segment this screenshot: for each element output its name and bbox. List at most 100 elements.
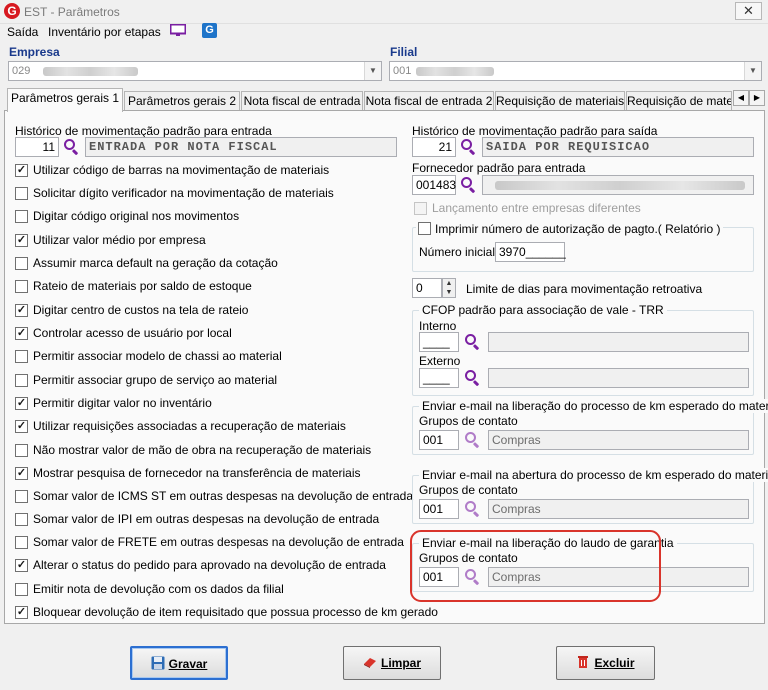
checkbox[interactable] xyxy=(15,536,28,549)
tab-parametros-gerais-2[interactable]: Parâmetros gerais 2 xyxy=(124,91,240,110)
eraser-icon xyxy=(363,657,376,668)
spin-up-icon[interactable]: ▲ xyxy=(443,279,455,288)
g-shortcut-icon[interactable]: G xyxy=(202,23,217,38)
search-icon[interactable] xyxy=(63,138,81,156)
email-group-title: Enviar e-mail na abertura do processo de… xyxy=(419,468,768,482)
menu-saida[interactable]: Saída xyxy=(7,25,38,39)
search-icon[interactable] xyxy=(460,138,478,156)
grupos-contato-label: Grupos de contato xyxy=(419,483,518,497)
search-icon[interactable] xyxy=(464,333,482,351)
tab-nota-fiscal-entrada[interactable]: Nota fiscal de entrada xyxy=(241,91,363,110)
checkbox-label: Emitir nota de devolução com os dados da… xyxy=(33,582,284,596)
tab-nota-fiscal-entrada-2[interactable]: Nota fiscal de entrada 2 xyxy=(364,91,494,110)
numero-inicial-input[interactable]: 3970______ xyxy=(495,242,566,262)
hist-entrada-desc: ENTRADA POR NOTA FISCAL xyxy=(85,137,397,157)
checkbox-label: Controlar acesso de usuário por local xyxy=(33,326,232,340)
checkbox[interactable] xyxy=(15,490,28,503)
filial-select[interactable]: 001 ▼ xyxy=(389,61,762,81)
checkbox[interactable] xyxy=(15,374,28,387)
empresa-redacted xyxy=(43,67,138,76)
limite-dias-input[interactable]: 0 xyxy=(412,278,442,298)
search-icon[interactable] xyxy=(464,500,482,518)
checkbox[interactable] xyxy=(15,350,28,363)
search-icon[interactable] xyxy=(464,431,482,449)
monitor-icon[interactable] xyxy=(170,24,186,37)
imprimir-label: Imprimir número de autorização de pagto.… xyxy=(435,222,721,236)
fornecedor-desc xyxy=(482,175,754,195)
grupos-contato-label: Grupos de contato xyxy=(419,414,518,428)
imprimir-checkbox[interactable] xyxy=(418,222,431,235)
checkbox-label: Bloquear devolução de item requisitado q… xyxy=(33,605,438,619)
checkbox[interactable]: ✓ xyxy=(15,559,28,572)
checkbox-label: Digitar centro de custos na tela de rate… xyxy=(33,303,249,317)
checkbox-label: Permitir digitar valor no inventário xyxy=(33,396,212,410)
empresa-select[interactable]: 029 ▼ xyxy=(8,61,382,81)
checkbox[interactable] xyxy=(15,280,28,293)
chevron-down-icon[interactable]: ▼ xyxy=(744,62,761,80)
tab-requisicao-materiais-2[interactable]: Requisição de materi xyxy=(626,91,732,110)
lancamento-label: Lançamento entre empresas diferentes xyxy=(432,201,641,215)
checkbox-label: Permitir associar grupo de serviço ao ma… xyxy=(33,373,278,387)
excluir-button[interactable]: Excluir xyxy=(556,646,655,680)
checkbox[interactable]: ✓ xyxy=(15,304,28,317)
hist-entrada-label: Histórico de movimentação padrão para en… xyxy=(15,124,272,138)
filial-redacted xyxy=(416,67,494,76)
externo-input[interactable]: ____ xyxy=(419,368,459,388)
checkbox[interactable]: ✓ xyxy=(15,234,28,247)
checkbox-label: Mostrar pesquisa de fornecedor na transf… xyxy=(33,466,361,480)
grupos-contato-code-input[interactable]: 001 xyxy=(419,499,459,519)
spin-down-icon[interactable]: ▼ xyxy=(443,288,455,297)
highlight-annotation xyxy=(410,530,661,602)
checkbox[interactable] xyxy=(15,187,28,200)
interno-input[interactable]: ____ xyxy=(419,332,459,352)
checkbox-label: Solicitar dígito verificador na moviment… xyxy=(33,186,334,200)
checkbox[interactable] xyxy=(15,257,28,270)
externo-label: Externo xyxy=(419,354,461,368)
excluir-label: Excluir xyxy=(594,656,635,670)
checkbox[interactable] xyxy=(15,583,28,596)
numero-inicial-label: Número inicial xyxy=(419,245,496,259)
chevron-down-icon[interactable]: ▼ xyxy=(364,62,381,80)
tab-parametros-gerais-1[interactable]: Parâmetros gerais 1 xyxy=(7,88,123,112)
checkbox-label: Somar valor de IPI em outras despesas na… xyxy=(33,512,380,526)
checkbox[interactable] xyxy=(15,444,28,457)
checkbox[interactable]: ✓ xyxy=(15,327,28,340)
gravar-button[interactable]: Gravar xyxy=(130,646,228,680)
fornecedor-redacted xyxy=(495,181,745,190)
grupos-contato-code-input[interactable]: 001 xyxy=(419,430,459,450)
externo-desc xyxy=(488,368,749,388)
checkbox-label: Utilizar valor médio por empresa xyxy=(33,233,206,247)
cfop-group-title: CFOP padrão para associação de vale - TR… xyxy=(419,303,667,317)
limpar-label: Limpar xyxy=(380,656,421,670)
email-group-title: Enviar e-mail na liberação do processo d… xyxy=(419,399,768,413)
hist-saida-desc: SAIDA POR REQUISICAO xyxy=(482,137,754,157)
checkbox-label: Digitar código original nos movimentos xyxy=(33,209,240,223)
close-button[interactable]: ✕ xyxy=(735,2,762,20)
checkbox[interactable]: ✓ xyxy=(15,606,28,619)
limpar-button[interactable]: Limpar xyxy=(343,646,441,680)
checkbox[interactable] xyxy=(15,210,28,223)
checkbox[interactable]: ✓ xyxy=(15,397,28,410)
search-icon[interactable] xyxy=(460,176,478,194)
checkbox[interactable] xyxy=(15,513,28,526)
limite-dias-spinner[interactable]: ▲ ▼ xyxy=(442,278,456,298)
fornecedor-code-input[interactable]: 001483 xyxy=(412,175,456,195)
imprimir-group-title: Imprimir número de autorização de pagto.… xyxy=(416,220,724,236)
hist-entrada-code-input[interactable]: 11 xyxy=(15,137,59,157)
tab-scroll-left-icon[interactable]: ◀ xyxy=(733,90,749,106)
tab-scroll-right-icon[interactable]: ▶ xyxy=(749,90,765,106)
checkbox-label: Utilizar requisições associadas a recupe… xyxy=(33,419,346,433)
lancamento-checkbox[interactable] xyxy=(414,202,427,215)
checkbox[interactable]: ✓ xyxy=(15,467,28,480)
tab-requisicao-materiais[interactable]: Requisição de materiais xyxy=(495,91,625,110)
empresa-value: 029 xyxy=(12,65,31,77)
menu-inventario-por-etapas[interactable]: Inventário por etapas xyxy=(48,25,161,39)
filial-value: 001 xyxy=(393,65,412,77)
grupos-contato-desc: Compras xyxy=(488,430,749,450)
filial-label: Filial xyxy=(390,45,418,59)
checkbox[interactable]: ✓ xyxy=(15,164,28,177)
empresa-label: Empresa xyxy=(9,45,60,59)
search-icon[interactable] xyxy=(464,369,482,387)
hist-saida-code-input[interactable]: 21 xyxy=(412,137,456,157)
checkbox[interactable]: ✓ xyxy=(15,420,28,433)
